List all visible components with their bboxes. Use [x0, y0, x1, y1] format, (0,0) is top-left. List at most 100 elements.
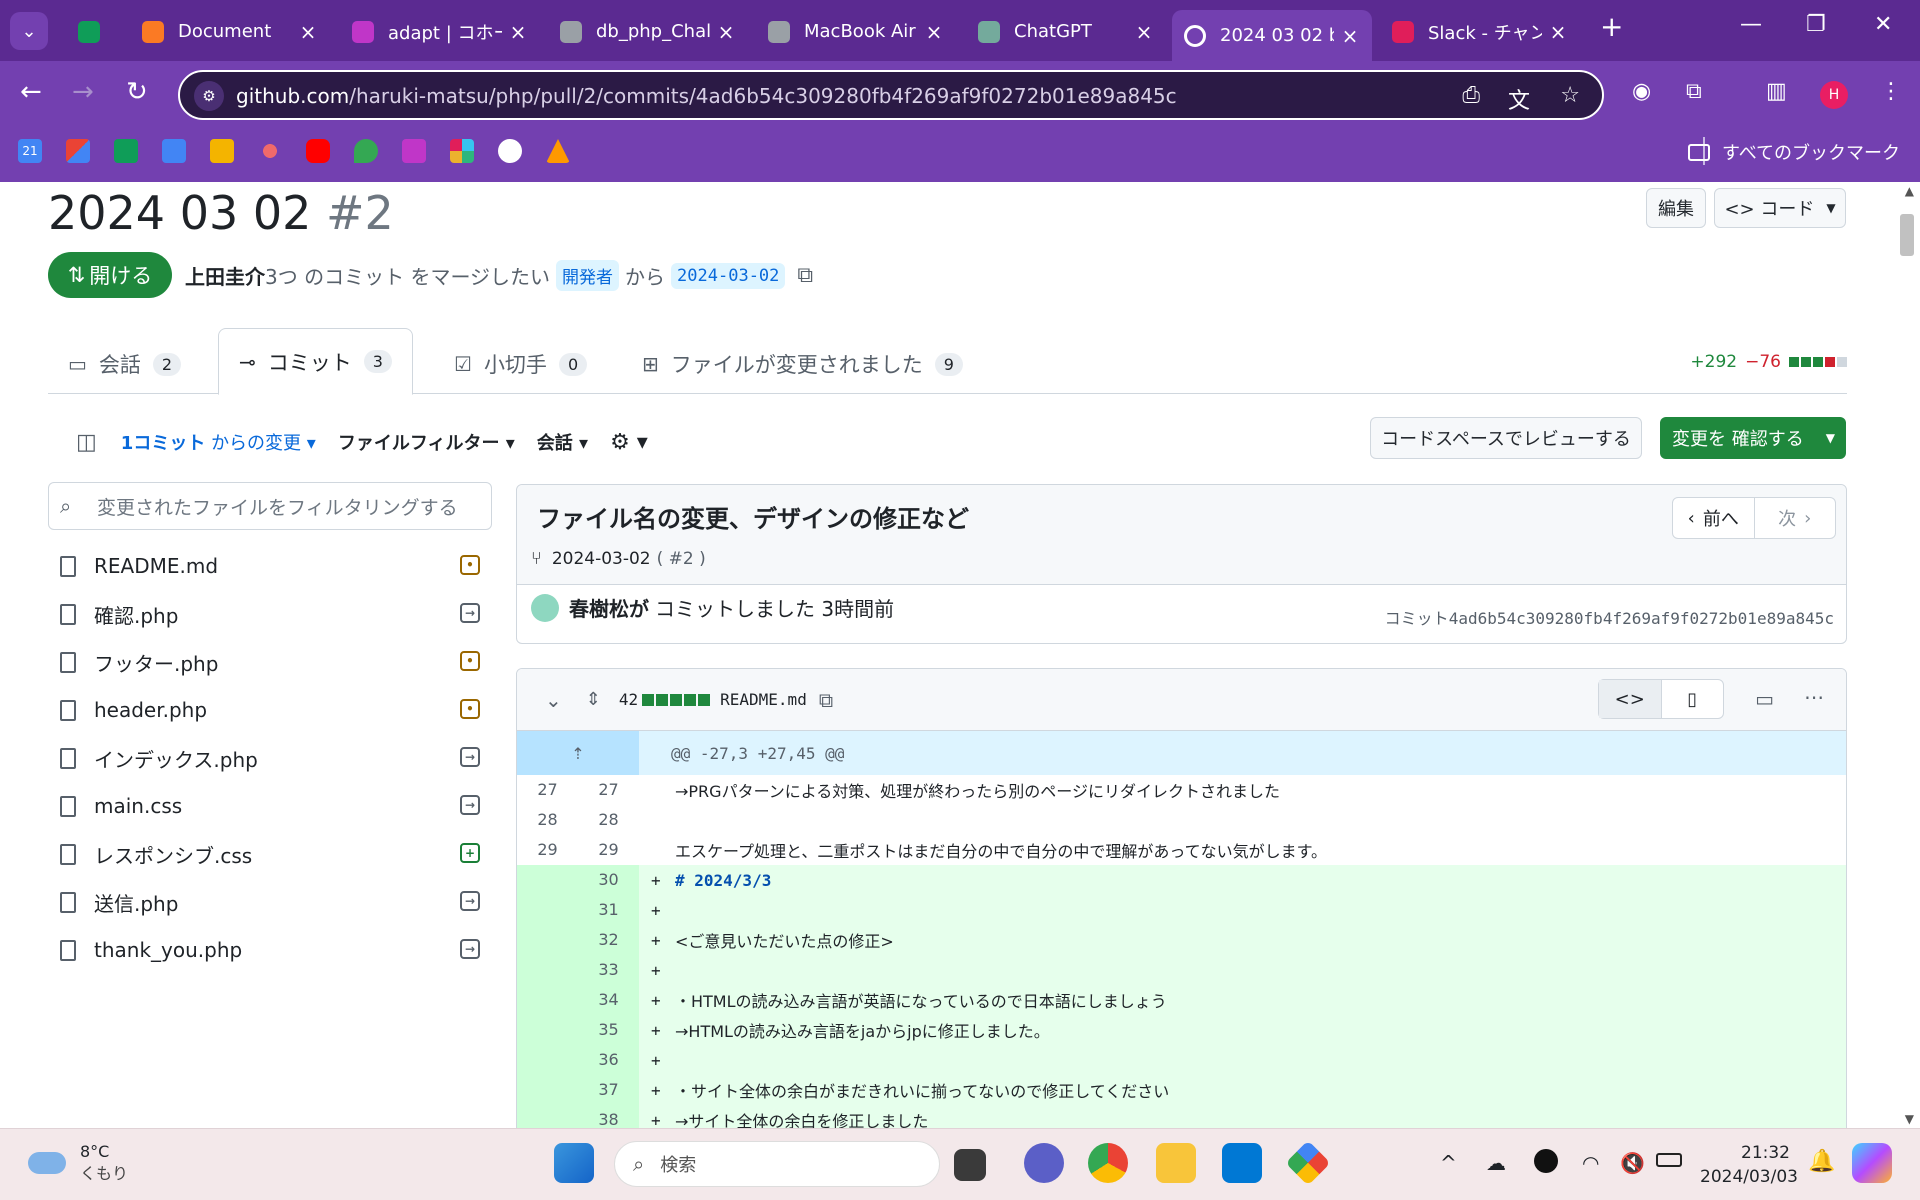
old-line-number[interactable]: 29 — [517, 835, 578, 865]
old-line-number[interactable] — [517, 1045, 578, 1075]
app-tray-icon[interactable] — [1534, 1149, 1558, 1173]
old-line-number[interactable] — [517, 1105, 578, 1128]
close-tab-icon[interactable]: × — [1340, 24, 1360, 48]
chevron-down-icon[interactable]: ⌄ — [545, 688, 562, 712]
old-line-number[interactable] — [517, 865, 578, 895]
tab-checks[interactable]: ☑ 小切手 0 — [434, 334, 607, 394]
adapt-bookmark-icon[interactable] — [402, 139, 426, 163]
new-line-number[interactable]: 37 — [578, 1075, 639, 1105]
file-tree-item[interactable]: フッター.php • — [60, 642, 480, 682]
scrollbar-thumb[interactable] — [1900, 214, 1914, 256]
volume-muted-icon[interactable]: 🔇 — [1620, 1151, 1645, 1175]
edit-button[interactable]: 編集 — [1646, 188, 1706, 228]
old-line-number[interactable]: 27 — [517, 775, 578, 805]
browser-tab[interactable]: 2024 03 02 by haruki× — [1172, 10, 1372, 61]
prev-commit-button[interactable]: ‹ 前へ — [1673, 498, 1755, 538]
old-line-number[interactable] — [517, 895, 578, 925]
browser-tab[interactable]: ChatGPT × — [966, 10, 1166, 53]
notification-bell-icon[interactable]: 🔔 — [1808, 1149, 1835, 1174]
sheets-bookmark-icon[interactable] — [114, 139, 138, 163]
old-line-number[interactable] — [517, 985, 578, 1015]
asana-bookmark-icon[interactable] — [258, 139, 282, 163]
close-tab-icon[interactable]: × — [716, 20, 736, 44]
new-tab-button[interactable]: + — [1600, 10, 1623, 43]
start-button[interactable] — [554, 1143, 594, 1183]
back-button[interactable]: ← — [20, 77, 42, 107]
tab-comment[interactable]: ▭ 会話 2 — [48, 334, 201, 394]
file-tree-item[interactable]: 送信.php → — [60, 882, 480, 922]
forward-button[interactable]: → — [72, 77, 94, 107]
file-tree-item[interactable]: README.md • — [60, 546, 480, 586]
base-branch[interactable]: 開発者 — [556, 260, 620, 291]
camera-extension-icon[interactable]: ◉ — [1632, 79, 1651, 104]
copilot-icon[interactable] — [1852, 1143, 1892, 1183]
old-line-number[interactable] — [517, 1015, 578, 1045]
file-tree-item[interactable]: インデックス.php → — [60, 738, 480, 778]
new-line-number[interactable]: 29 — [578, 835, 639, 865]
profile-avatar[interactable]: H — [1820, 81, 1848, 109]
page-scrollbar[interactable]: ▲ ▼ — [1896, 182, 1920, 1128]
old-line-number[interactable] — [517, 955, 578, 985]
chrome-taskbar-icon[interactable] — [1088, 1143, 1128, 1183]
task-view-icon[interactable] — [954, 1149, 986, 1181]
old-line-number[interactable] — [517, 1075, 578, 1105]
browser-tab[interactable]: adapt | コホート× — [340, 10, 540, 53]
head-branch[interactable]: 2024-03-02 — [671, 262, 786, 289]
install-app-icon[interactable]: ⎙ — [1462, 83, 1480, 108]
slack-bookmark-icon[interactable] — [450, 139, 474, 163]
next-commit-button[interactable]: 次 › — [1755, 498, 1836, 538]
old-line-number[interactable]: 28 — [517, 805, 578, 835]
pr-author[interactable]: 上田圭介 — [185, 261, 265, 290]
more-options-icon[interactable]: ⋯ — [1804, 685, 1824, 709]
close-tab-icon[interactable]: × — [298, 20, 318, 44]
app-icon[interactable] — [1285, 1140, 1331, 1186]
codespace-review-button[interactable]: コードスペースでレビューする — [1370, 417, 1642, 459]
menu-kebab-icon[interactable]: ⋮ — [1880, 79, 1902, 104]
slides-bookmark-icon[interactable] — [210, 139, 234, 163]
aws-bookmark-icon[interactable] — [546, 139, 570, 163]
cloud-sync-icon[interactable]: ☁ — [1486, 1151, 1506, 1175]
new-line-number[interactable]: 34 — [578, 985, 639, 1015]
new-line-number[interactable]: 31 — [578, 895, 639, 925]
maps-bookmark-icon[interactable] — [354, 139, 378, 163]
file-filter-dropdown[interactable]: ファイルフィルター ▾ — [338, 429, 515, 455]
sidebar-toggle-icon[interactable]: ◫ — [76, 430, 97, 455]
extensions-icon[interactable]: ⧉ — [1686, 79, 1702, 104]
browser-tab[interactable]: MacBook Air × — [756, 10, 956, 53]
code-view-icon[interactable]: <> — [1599, 680, 1662, 718]
bookmark-star-icon[interactable]: ☆ — [1560, 83, 1580, 108]
expand-up-icon[interactable]: ⇡ — [517, 731, 639, 775]
conversations-dropdown[interactable]: 会話 ▾ — [537, 429, 588, 455]
file-explorer-icon[interactable] — [1156, 1143, 1196, 1183]
close-tab-icon[interactable]: × — [508, 20, 528, 44]
scroll-down-arrow[interactable]: ▼ — [1905, 1112, 1914, 1126]
site-info-icon[interactable]: ⚙ — [194, 81, 224, 111]
chat-app-icon[interactable] — [1024, 1143, 1064, 1183]
tab-commit[interactable]: ⊸ コミット 3 — [218, 328, 413, 395]
new-line-number[interactable]: 27 — [578, 775, 639, 805]
new-line-number[interactable]: 33 — [578, 955, 639, 985]
avatar[interactable] — [531, 593, 559, 622]
calendar-bookmark-icon[interactable]: 21 — [18, 139, 42, 163]
new-line-number[interactable]: 28 — [578, 805, 639, 835]
minimize-button[interactable]: — — [1740, 12, 1762, 37]
maximize-button[interactable]: ❐ — [1806, 12, 1826, 37]
scroll-up-arrow[interactable]: ▲ — [1905, 184, 1914, 198]
omnibox[interactable]: ⚙ github.com/haruki-matsu/php/pull/2/com… — [178, 70, 1604, 120]
copy-icon[interactable]: ⧉ — [797, 263, 813, 288]
gmail-bookmark-icon[interactable] — [66, 139, 90, 163]
side-panel-icon[interactable]: ▥ — [1766, 79, 1787, 104]
close-tab-icon[interactable]: × — [924, 20, 944, 44]
url-text[interactable]: github.com/haruki-matsu/php/pull/2/commi… — [236, 84, 1177, 108]
review-changes-button[interactable]: 変更を 確認する ▼ — [1660, 417, 1846, 459]
taskbar-search[interactable]: ⌕ 検索 — [614, 1141, 940, 1187]
close-tab-icon[interactable]: × — [1134, 20, 1154, 44]
file-tree-item[interactable]: 確認.php → — [60, 594, 480, 634]
tab-search-button[interactable]: ⌄ — [10, 12, 48, 50]
tray-overflow-icon[interactable]: ^ — [1440, 1151, 1457, 1175]
file-view-icon[interactable]: ▯ — [1662, 680, 1724, 718]
code-dropdown-button[interactable]: <> コード ▼ — [1714, 188, 1846, 228]
vscode-icon[interactable] — [1222, 1143, 1262, 1183]
tab-file-diff[interactable]: ⊞ ファイルが変更されました 9 — [622, 334, 983, 394]
wifi-icon[interactable]: ◠ — [1582, 1151, 1599, 1175]
